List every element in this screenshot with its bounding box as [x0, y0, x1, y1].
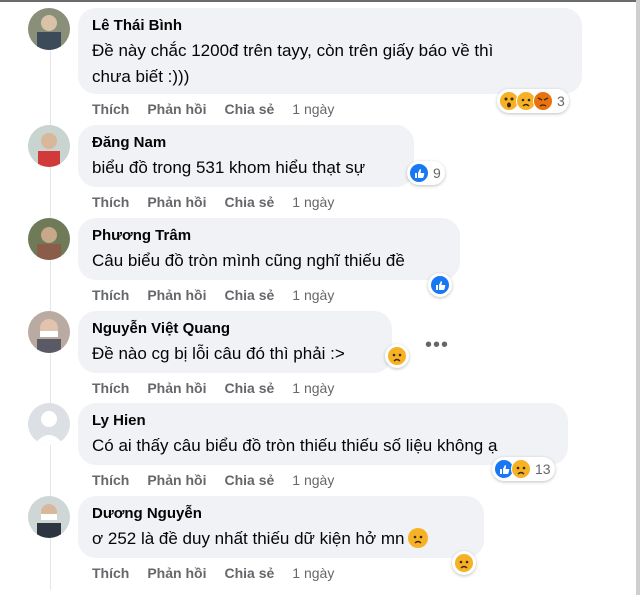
- avatar[interactable]: [28, 403, 70, 445]
- avatar[interactable]: [28, 218, 70, 260]
- like-button[interactable]: Thích: [92, 100, 129, 118]
- comment-author[interactable]: Dương Nguyễn: [92, 504, 470, 524]
- more-options-icon[interactable]: •••: [425, 334, 449, 357]
- reply-button[interactable]: Phản hồi: [147, 379, 206, 397]
- reply-button[interactable]: Phản hồi: [147, 286, 206, 304]
- reply-button[interactable]: Phản hồi: [147, 564, 206, 582]
- comment-actions: Thích Phản hồi Chia sẻ 1 ngày: [92, 100, 334, 118]
- avatar[interactable]: [28, 311, 70, 353]
- comment-text: Đề nào cg bị lỗi câu đó thì phải :>: [92, 344, 345, 363]
- comment-timestamp[interactable]: 1 ngày: [292, 100, 334, 118]
- reply-button[interactable]: Phản hồi: [147, 100, 206, 118]
- reaction-count: 3: [557, 93, 565, 109]
- like-button[interactable]: Thích: [92, 286, 129, 304]
- comment-author[interactable]: Phương Trâm: [92, 226, 446, 246]
- angry-icon: [533, 91, 553, 111]
- reaction-summary[interactable]: 9: [407, 161, 445, 185]
- like-icon: [430, 275, 450, 295]
- comment-timestamp[interactable]: 1 ngày: [292, 564, 334, 582]
- reaction-summary[interactable]: [428, 273, 452, 297]
- like-button[interactable]: Thích: [92, 193, 129, 211]
- comment-timestamp[interactable]: 1 ngày: [292, 193, 334, 211]
- comment-bubble: Ly Hien Có ai thấy câu biểu đồ tròn thiế…: [78, 403, 568, 465]
- sad-icon: [511, 459, 531, 479]
- like-button[interactable]: Thích: [92, 471, 129, 489]
- comment-text: Đề này chắc 1200đ trên tayy, còn trên gi…: [92, 41, 494, 86]
- avatar[interactable]: [28, 8, 70, 50]
- reaction-summary[interactable]: [452, 551, 476, 575]
- comment-bubble: Nguyễn Việt Quang Đề nào cg bị lỗi câu đ…: [78, 311, 392, 373]
- reaction-summary[interactable]: 13: [492, 457, 555, 481]
- like-icon: [409, 163, 429, 183]
- like-button[interactable]: Thích: [92, 379, 129, 397]
- comment-text: biểu đồ trong 531 khom hiểu thạt sự: [92, 158, 366, 177]
- comment-text-content: ơ 252 là đề duy nhất thiếu dữ kiện hở mn: [92, 529, 405, 548]
- sad-face-emoji-icon: [408, 528, 429, 548]
- comment-timestamp[interactable]: 1 ngày: [292, 379, 334, 397]
- share-button[interactable]: Chia sẻ: [224, 193, 274, 211]
- share-button[interactable]: Chia sẻ: [224, 100, 274, 118]
- comment-bubble: Đăng Nam biểu đồ trong 531 khom hiểu thạ…: [78, 125, 414, 187]
- comment-bubble: Lê Thái Bình Đề này chắc 1200đ trên tayy…: [78, 8, 582, 94]
- sad-icon: [454, 553, 474, 573]
- share-button[interactable]: Chia sẻ: [224, 379, 274, 397]
- reaction-count: 9: [433, 165, 441, 181]
- comment-bubble: Phương Trâm Câu biểu đồ tròn mình cũng n…: [78, 218, 460, 280]
- reply-button[interactable]: Phản hồi: [147, 471, 206, 489]
- reaction-summary[interactable]: [385, 344, 409, 368]
- comment-author[interactable]: Ly Hien: [92, 411, 554, 431]
- comment-actions: Thích Phản hồi Chia sẻ 1 ngày: [92, 193, 334, 211]
- share-button[interactable]: Chia sẻ: [224, 286, 274, 304]
- reaction-count: 13: [535, 461, 551, 477]
- comment-timestamp[interactable]: 1 ngày: [292, 471, 334, 489]
- comment-actions: Thích Phản hồi Chia sẻ 1 ngày: [92, 564, 334, 582]
- comment-text: ơ 252 là đề duy nhất thiếu dữ kiện hở mn: [92, 526, 470, 552]
- scrollbar-track[interactable]: [636, 0, 640, 595]
- avatar[interactable]: [28, 125, 70, 167]
- comment-author[interactable]: Đăng Nam: [92, 133, 400, 153]
- avatar[interactable]: [28, 496, 70, 538]
- comment-text: Có ai thấy câu biểu đồ tròn thiếu thiếu …: [92, 436, 498, 455]
- share-button[interactable]: Chia sẻ: [224, 564, 274, 582]
- comment-author[interactable]: Lê Thái Bình: [92, 16, 568, 36]
- comment-bubble: Dương Nguyễn ơ 252 là đề duy nhất thiếu …: [78, 496, 484, 558]
- sad-icon: [387, 346, 407, 366]
- comment-actions: Thích Phản hồi Chia sẻ 1 ngày: [92, 286, 334, 304]
- comment-text: Câu biểu đồ tròn mình cũng nghĩ thiếu đề: [92, 251, 405, 270]
- share-button[interactable]: Chia sẻ: [224, 471, 274, 489]
- comment-timestamp[interactable]: 1 ngày: [292, 286, 334, 304]
- comment-author[interactable]: Nguyễn Việt Quang: [92, 319, 378, 339]
- like-button[interactable]: Thích: [92, 564, 129, 582]
- reaction-summary[interactable]: 3: [497, 89, 569, 113]
- comment-actions: Thích Phản hồi Chia sẻ 1 ngày: [92, 471, 334, 489]
- comment-actions: Thích Phản hồi Chia sẻ 1 ngày: [92, 379, 334, 397]
- reply-button[interactable]: Phản hồi: [147, 193, 206, 211]
- window-top-border: [0, 0, 640, 2]
